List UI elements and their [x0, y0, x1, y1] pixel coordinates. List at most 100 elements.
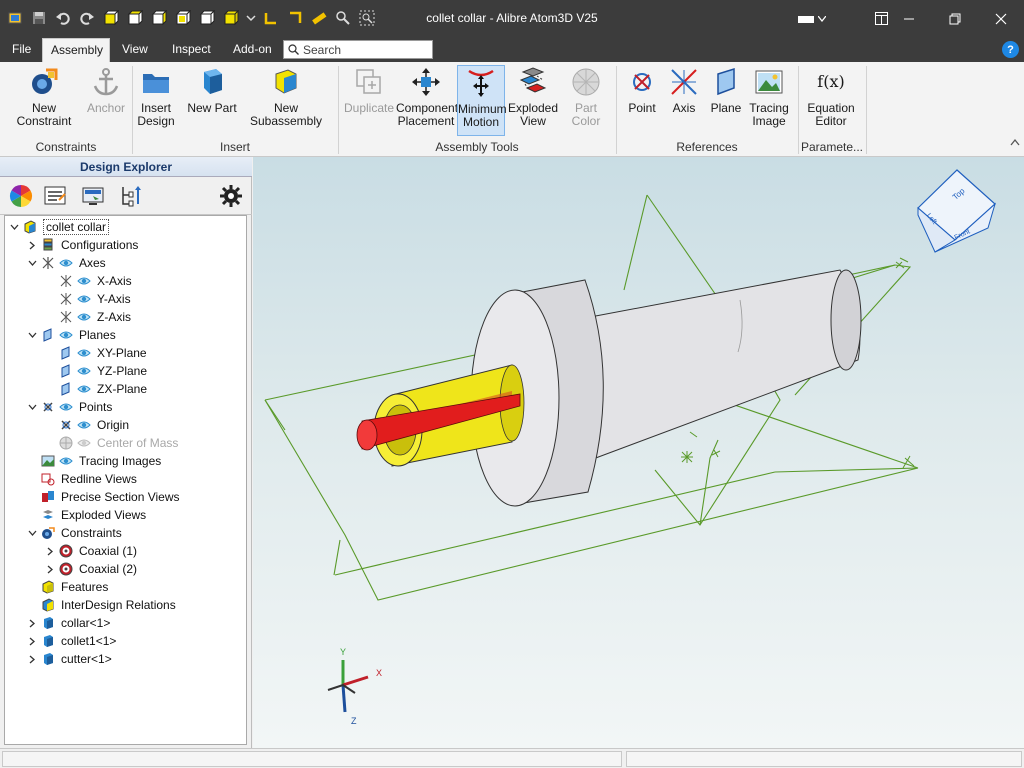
tree-item[interactable]: X-Axis: [5, 272, 246, 290]
constraint-add-icon[interactable]: [262, 9, 280, 27]
tree-item[interactable]: Center of Mass: [5, 434, 246, 452]
search-input[interactable]: Search: [283, 40, 433, 59]
menu-inspect[interactable]: Inspect: [164, 38, 219, 62]
tree-item[interactable]: ZX-Plane: [5, 380, 246, 398]
measure-icon[interactable]: [310, 9, 328, 27]
view-front-icon[interactable]: [102, 9, 120, 27]
tree-item[interactable]: Origin: [5, 416, 246, 434]
chevron-right-icon[interactable]: [45, 563, 55, 575]
tree-item[interactable]: Constraints: [5, 524, 246, 542]
more-icon[interactable]: [246, 9, 256, 27]
menu-view[interactable]: View: [114, 38, 156, 62]
visibility-eye-icon[interactable]: [77, 311, 91, 323]
model-canvas[interactable]: Y X Z Top Left Front: [253, 157, 1024, 748]
menu-add-on[interactable]: Add-on: [225, 38, 280, 62]
visibility-eye-icon[interactable]: [77, 437, 91, 449]
tree-item[interactable]: YZ-Plane: [5, 362, 246, 380]
new-subassembly-button[interactable]: New Subassembly: [240, 66, 332, 128]
app-logo-icon[interactable]: [6, 9, 24, 27]
tree-item[interactable]: Precise Section Views: [5, 488, 246, 506]
tree-item[interactable]: Axes: [5, 254, 246, 272]
help-icon[interactable]: ?: [1002, 41, 1019, 58]
view-iso-icon[interactable]: [222, 9, 240, 27]
chevron-right-icon[interactable]: [27, 617, 37, 629]
tree-item[interactable]: Planes: [5, 326, 246, 344]
color-wheel-icon[interactable]: [8, 183, 34, 209]
tracing-image-button[interactable]: Tracing Image: [746, 66, 792, 128]
visibility-eye-icon[interactable]: [77, 347, 91, 359]
insert-design-button[interactable]: Insert Design: [136, 66, 176, 128]
tree-item[interactable]: Y-Axis: [5, 290, 246, 308]
chevron-right-icon[interactable]: [45, 545, 55, 557]
tree-item[interactable]: XY-Plane: [5, 344, 246, 362]
tree-item[interactable]: Points: [5, 398, 246, 416]
close-icon[interactable]: [978, 0, 1024, 38]
tree-item[interactable]: cutter<1>: [5, 650, 246, 668]
equation-editor-button[interactable]: f(x) Equation Editor: [804, 66, 858, 128]
view-cube[interactable]: Top Left Front: [917, 169, 996, 253]
undo-icon[interactable]: [54, 9, 72, 27]
theme-selector[interactable]: [798, 12, 828, 26]
anchor-button[interactable]: Anchor: [86, 66, 126, 115]
properties-list-icon[interactable]: [42, 183, 68, 209]
chevron-down-icon[interactable]: [9, 221, 19, 233]
view-right-icon[interactable]: [174, 9, 192, 27]
tree-item[interactable]: collet collar: [5, 218, 246, 236]
constraint-remove-icon[interactable]: [286, 9, 304, 27]
tree-item[interactable]: Redline Views: [5, 470, 246, 488]
save-icon[interactable]: [30, 9, 48, 27]
redo-icon[interactable]: [78, 9, 96, 27]
view-top-icon[interactable]: [198, 9, 216, 27]
visibility-eye-icon[interactable]: [77, 275, 91, 287]
chevron-down-icon[interactable]: [27, 401, 37, 413]
exploded-view-button[interactable]: Exploded View: [507, 66, 559, 128]
tree-sort-icon[interactable]: [118, 183, 144, 209]
axis-button[interactable]: Axis: [666, 66, 702, 115]
chevron-down-icon[interactable]: [27, 527, 37, 539]
tree-item[interactable]: Z-Axis: [5, 308, 246, 326]
duplicate-button[interactable]: Duplicate: [344, 66, 394, 115]
collar-part[interactable]: [470, 269, 862, 507]
view-back-icon[interactable]: [126, 9, 144, 27]
chevron-down-icon[interactable]: [27, 329, 37, 341]
menu-file[interactable]: File: [4, 38, 39, 62]
minimum-motion-button[interactable]: Minimum Motion: [457, 65, 507, 136]
tree-item[interactable]: collar<1>: [5, 614, 246, 632]
visibility-eye-icon[interactable]: [77, 365, 91, 377]
settings-gear-icon[interactable]: [218, 183, 244, 209]
tree-item[interactable]: collet1<1>: [5, 632, 246, 650]
visibility-eye-icon[interactable]: [77, 419, 91, 431]
tree-item[interactable]: Exploded Views: [5, 506, 246, 524]
tree-item[interactable]: Tracing Images: [5, 452, 246, 470]
visibility-eye-icon[interactable]: [59, 401, 73, 413]
chevron-right-icon[interactable]: [27, 239, 37, 251]
tree-item[interactable]: Features: [5, 578, 246, 596]
tree-item[interactable]: Coaxial (2): [5, 560, 246, 578]
restore-icon[interactable]: [932, 0, 978, 38]
new-part-button[interactable]: New Part: [186, 66, 238, 115]
zoom-icon[interactable]: [334, 9, 352, 27]
visibility-eye-icon[interactable]: [59, 455, 73, 467]
visibility-eye-icon[interactable]: [77, 383, 91, 395]
new-constraint-button[interactable]: New Constraint: [4, 66, 84, 128]
visibility-eye-icon[interactable]: [59, 329, 73, 341]
tree-item[interactable]: Coaxial (1): [5, 542, 246, 560]
minimize-icon[interactable]: [886, 0, 932, 38]
visibility-eye-icon[interactable]: [59, 257, 73, 269]
point-button[interactable]: Point: [624, 66, 660, 115]
3d-viewport[interactable]: Y X Z Top Left Front: [253, 157, 1024, 748]
visibility-eye-icon[interactable]: [77, 293, 91, 305]
view-left-icon[interactable]: [150, 9, 168, 27]
component-placement-button[interactable]: Component Placement: [396, 66, 458, 128]
part-color-button[interactable]: Part Color: [561, 66, 611, 128]
chevron-right-icon[interactable]: [27, 653, 37, 665]
tree-item[interactable]: Configurations: [5, 236, 246, 254]
plane-button[interactable]: Plane: [708, 66, 744, 115]
chevron-down-icon[interactable]: [27, 257, 37, 269]
screen-export-icon[interactable]: [80, 183, 106, 209]
ribbon-collapse-icon[interactable]: [1010, 138, 1020, 149]
tree-item[interactable]: InterDesign Relations: [5, 596, 246, 614]
menu-assembly[interactable]: Assembly: [42, 38, 110, 62]
zoom-area-icon[interactable]: [358, 9, 376, 27]
chevron-right-icon[interactable]: [27, 635, 37, 647]
